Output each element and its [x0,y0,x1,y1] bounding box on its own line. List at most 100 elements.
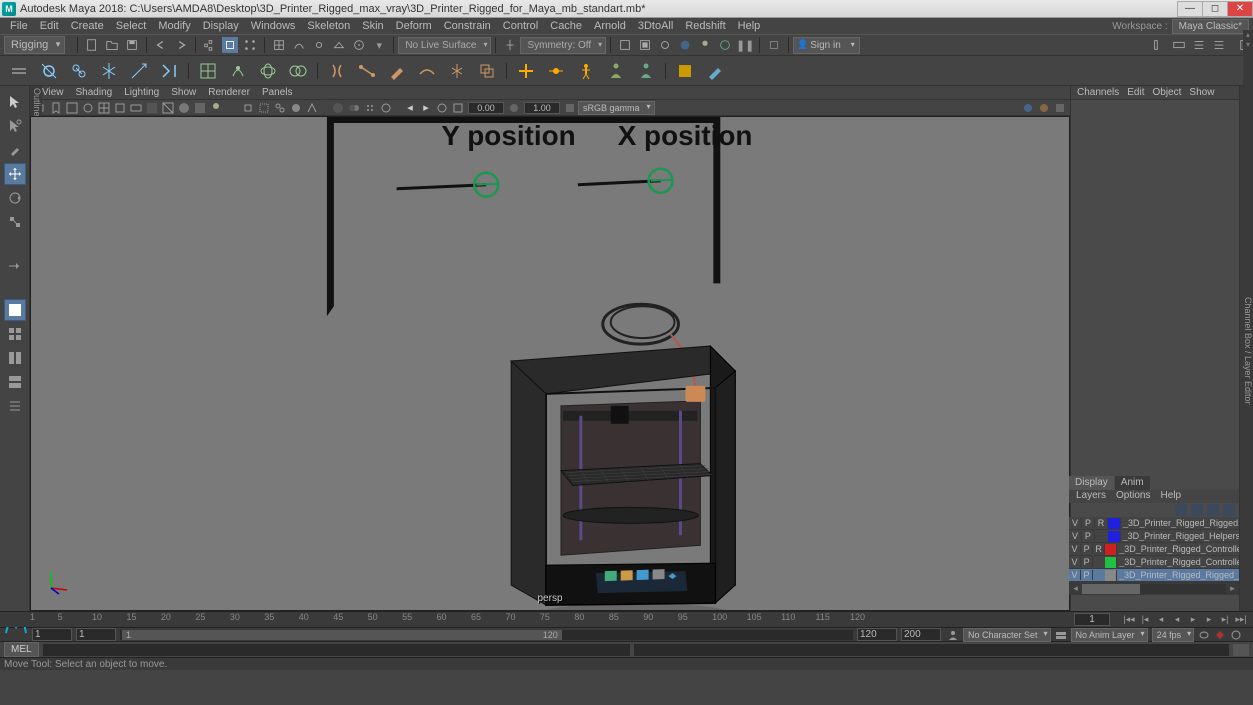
panel-textured-icon[interactable] [193,101,207,115]
new-scene-icon[interactable] [84,37,100,53]
toggle-attr-editor-icon[interactable] [1191,37,1207,53]
panel-shadows-icon[interactable] [225,101,239,115]
layer-visible-toggle[interactable]: V [1069,557,1081,567]
menu-skeleton[interactable]: Skeleton [301,20,356,32]
panel-2d-pan-icon[interactable] [81,101,95,115]
playback-step-fwd-icon[interactable]: ▸| [1218,614,1232,626]
range-start-outer[interactable]: 1 [32,628,72,641]
playback-next-key-icon[interactable]: ▸ [1202,614,1216,626]
menu-file[interactable]: File [4,20,34,32]
shelf-scrollbar[interactable]: ▴▾ [1243,30,1253,86]
layer-row[interactable]: VP_3D_Printer_Rigged_Helpers [1069,530,1239,543]
layer-move-up-icon[interactable] [1175,504,1187,516]
menu-create[interactable]: Create [65,20,110,32]
panel-menu-shading[interactable]: Shading [70,87,119,98]
menu-set-selector[interactable]: Rigging [4,36,65,54]
layer-new-selected-icon[interactable] [1223,504,1235,516]
snap-plane-icon[interactable] [331,37,347,53]
symmetry-icon[interactable] [502,37,518,53]
panel-vp-next-icon[interactable]: ▸ [419,101,433,115]
layer-row[interactable]: VPR_3D_Printer_Rigged_Controllers [1069,543,1239,556]
menu-deform[interactable]: Deform [390,20,438,32]
open-scene-icon[interactable] [104,37,120,53]
panel-ao-icon[interactable] [331,101,345,115]
shelf-blend-shape-icon[interactable] [286,59,310,83]
range-end-inner[interactable]: 120 [857,628,897,641]
shelf-mirror-weights-icon[interactable] [445,59,469,83]
panel-view-transform-icon[interactable] [563,101,577,115]
sign-in-button[interactable]: Sign in [793,37,860,54]
layer-playback-toggle[interactable]: P [1081,544,1093,554]
layer-visible-toggle[interactable]: V [1069,544,1081,554]
panel-gate-mask-icon[interactable] [145,101,159,115]
current-frame-field[interactable]: 1 [1074,613,1110,626]
layer-menu-options[interactable]: Options [1111,490,1155,503]
panel-xray-joints-icon[interactable] [273,101,287,115]
layer-visible-toggle[interactable]: V [1069,518,1082,528]
menu-redshift[interactable]: Redshift [679,20,731,32]
scale-tool[interactable] [4,211,26,233]
fps-dropdown[interactable]: 24 fps [1152,628,1195,642]
shelf-paint-weights-icon[interactable] [385,59,409,83]
minimize-button[interactable]: — [1177,1,1203,17]
menu-display[interactable]: Display [197,20,245,32]
close-button[interactable]: ✕ [1227,1,1253,17]
shelf-hik-icon[interactable] [574,59,598,83]
layer-playback-toggle[interactable]: P [1081,557,1093,567]
menu-edit[interactable]: Edit [34,20,65,32]
range-start-inner[interactable]: 1 [76,628,116,641]
shelf-ik-handle-icon[interactable] [157,59,181,83]
layer-menu-help[interactable]: Help [1155,490,1186,503]
render-settings-icon[interactable] [657,37,673,53]
workspace-selector[interactable]: Maya Classic* [1172,19,1249,34]
snap-point-icon[interactable] [311,37,327,53]
shelf-detach-skin-icon[interactable] [355,59,379,83]
last-tool[interactable] [4,255,26,277]
layer-color-swatch[interactable] [1105,544,1117,555]
layer-color-swatch[interactable] [1108,518,1121,529]
panel-bookmark-icon[interactable] [49,101,63,115]
undo-icon[interactable] [153,37,169,53]
panel-menu-lighting[interactable]: Lighting [118,87,165,98]
restore-button[interactable]: ◻ [1202,1,1228,17]
layer-tab-display[interactable]: Display [1069,476,1114,490]
panel-grid-icon[interactable] [97,101,111,115]
panel-menu-show[interactable]: Show [165,87,202,98]
shelf-cluster-icon[interactable] [226,59,250,83]
range-anim-layer-icon[interactable] [1054,629,1068,641]
anim-layer-dropdown[interactable]: No Anim Layer [1071,628,1148,642]
rotate-tool[interactable] [4,187,26,209]
command-input[interactable] [43,644,630,656]
shelf-copy-weights-icon[interactable] [475,59,499,83]
shelf-custom-2-icon[interactable] [703,59,727,83]
menu-modify[interactable]: Modify [152,20,196,32]
shelf-insert-joint-icon[interactable] [67,59,91,83]
menu-control[interactable]: Control [497,20,544,32]
menu-constrain[interactable]: Constrain [438,20,497,32]
layer-playback-toggle[interactable]: P [1082,518,1095,528]
single-pane-layout[interactable] [4,299,26,321]
layer-row[interactable]: VP_3D_Printer_Rigged_Controllers [1069,556,1239,569]
shelf-pose-icon[interactable] [634,59,658,83]
layer-move-down-icon[interactable] [1191,504,1203,516]
select-object-icon[interactable] [222,37,238,53]
snap-grid-icon[interactable] [271,37,287,53]
layer-visible-toggle[interactable]: V [1069,570,1081,580]
panel-resolution-gate-icon[interactable] [129,101,143,115]
panel-gamma-field[interactable]: 1.00 [524,102,560,114]
range-end-outer[interactable]: 200 [901,628,941,641]
cb-menu-show[interactable]: Show [1185,87,1218,98]
panel-exposure-field[interactable]: 0.00 [468,102,504,114]
snap-live-icon[interactable] [351,37,367,53]
panel-menu-renderer[interactable]: Renderer [202,87,256,98]
range-track[interactable]: 1120 [120,630,853,640]
panel-multisample-icon[interactable] [363,101,377,115]
hypershade-icon[interactable] [677,37,693,53]
shelf-constraint-point-icon[interactable] [544,59,568,83]
layer-color-swatch[interactable] [1108,531,1121,542]
auto-key-icon[interactable] [1213,629,1227,641]
snap-toggle-icon[interactable]: ▾ [371,37,387,53]
shelf-joint-icon[interactable] [37,59,61,83]
shelf-mirror-joint-icon[interactable] [97,59,121,83]
two-pane-stack-layout[interactable] [4,371,26,393]
